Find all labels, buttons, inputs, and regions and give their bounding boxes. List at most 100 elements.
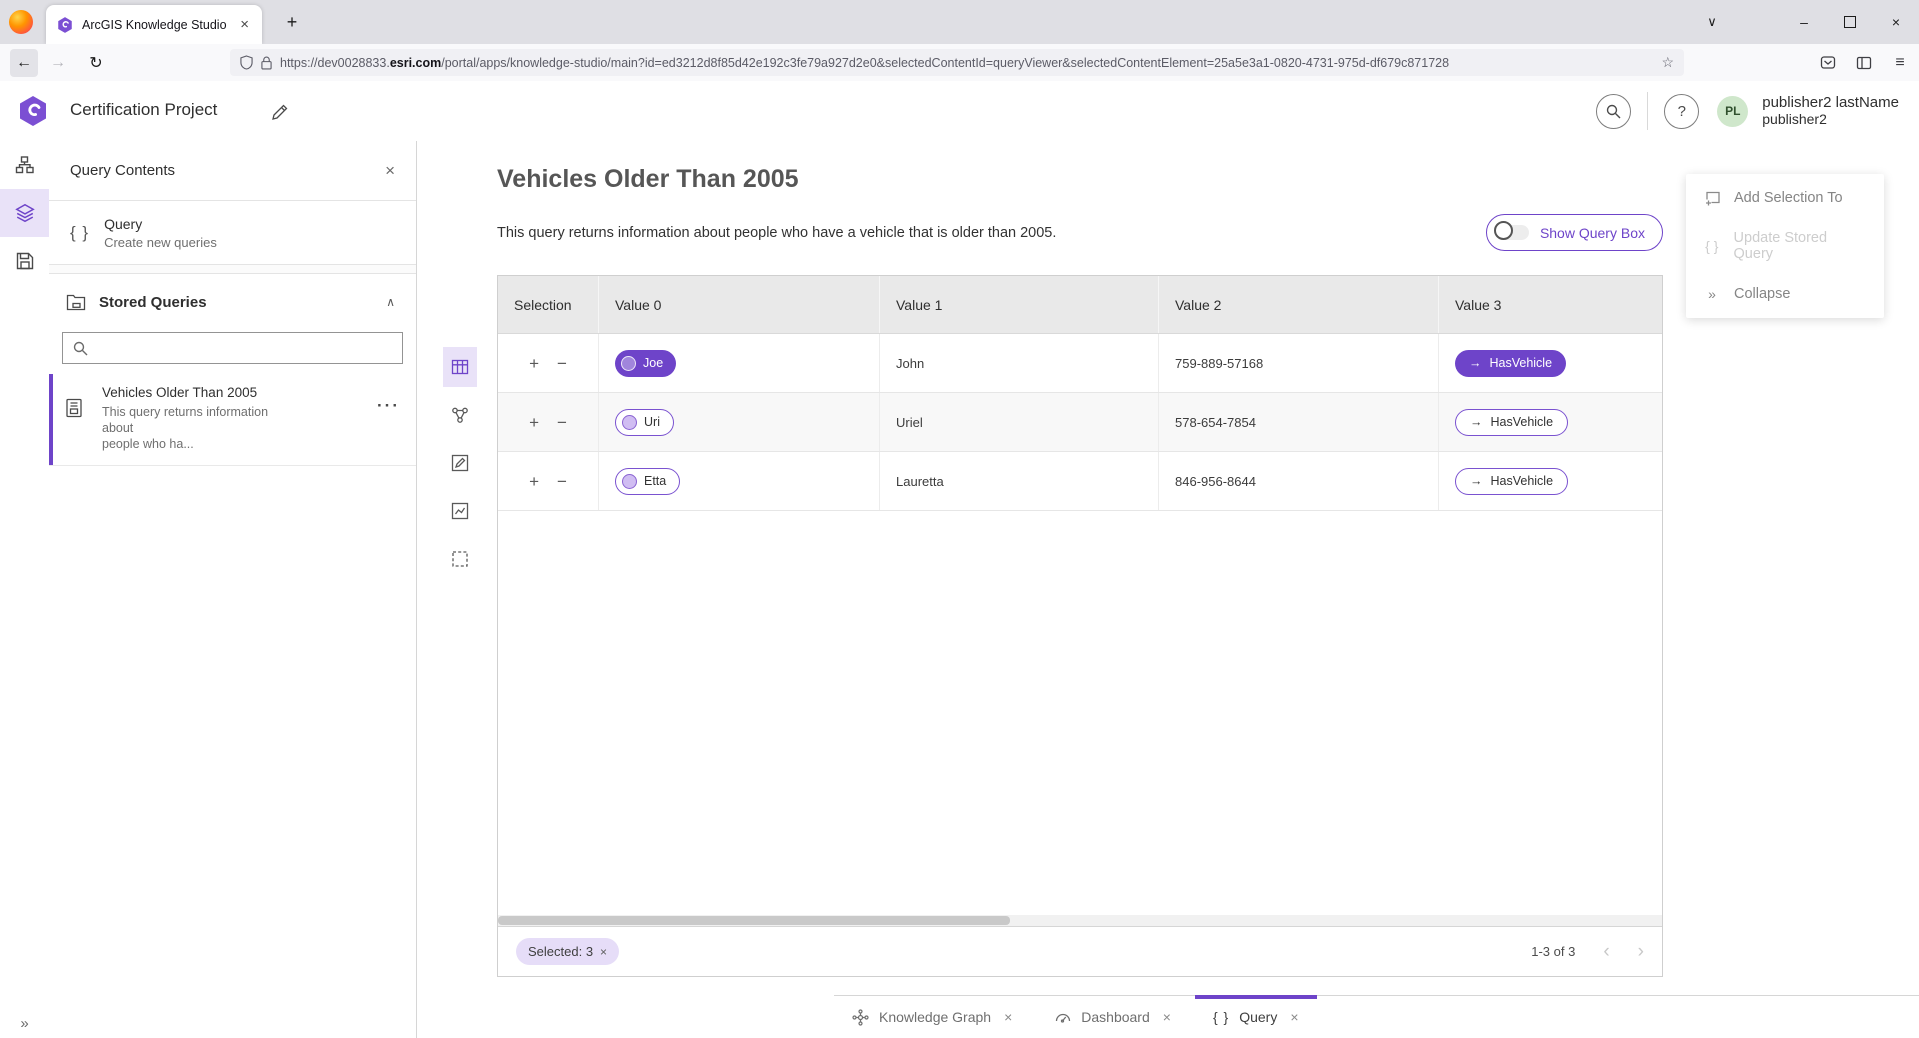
- search-input[interactable]: [96, 340, 392, 357]
- edit-title-button[interactable]: [266, 99, 292, 125]
- scrollbar-thumb[interactable]: [498, 916, 1010, 925]
- toggle-switch[interactable]: [1496, 225, 1529, 240]
- avatar[interactable]: PL: [1717, 96, 1748, 127]
- reload-button[interactable]: ↻: [82, 49, 110, 77]
- expand-rail-icon[interactable]: »: [0, 1015, 49, 1032]
- relationship-pill[interactable]: →HasVehicle: [1455, 350, 1566, 377]
- view-tabs-bar: Knowledge Graph × Dashboard × { } Query …: [834, 995, 1919, 1038]
- address-bar[interactable]: https://dev0028833.esri.com/portal/apps/…: [230, 49, 1684, 76]
- column-header-value0[interactable]: Value 0: [598, 276, 879, 333]
- stored-query-item[interactable]: Vehicles Older Than 2005 This query retu…: [49, 374, 416, 466]
- relationship-pill[interactable]: →HasVehicle: [1455, 409, 1568, 436]
- add-to-selection-button[interactable]: +: [529, 355, 539, 372]
- user-name-line2: publisher2: [1762, 111, 1899, 128]
- previous-page-icon[interactable]: ‹: [1603, 942, 1609, 961]
- add-to-selection-button[interactable]: +: [529, 414, 539, 431]
- column-header-value1[interactable]: Value 1: [879, 276, 1158, 333]
- entity-pill[interactable]: Etta: [615, 468, 680, 495]
- new-query-item[interactable]: { } Query Create new queries: [49, 201, 416, 265]
- braces-icon: { }: [70, 223, 89, 243]
- help-button[interactable]: ?: [1664, 94, 1699, 129]
- table-row: + − Etta Lauretta 846-956-8644 →HasVehic…: [498, 452, 1662, 511]
- column-header-value3[interactable]: Value 3: [1438, 276, 1662, 333]
- back-button[interactable]: ←: [10, 49, 38, 77]
- knowledge-graph-icon: [852, 1009, 869, 1026]
- tab-knowledge-graph[interactable]: Knowledge Graph ×: [834, 996, 1030, 1038]
- arrow-right-icon: →: [1470, 415, 1483, 429]
- contents-button[interactable]: [0, 189, 49, 237]
- stored-queries-header[interactable]: Stored Queries ∧: [49, 274, 416, 320]
- relationship-pill[interactable]: →HasVehicle: [1455, 468, 1568, 495]
- browser-tab-strip: ArcGIS Knowledge Studio × + ∨ – ×: [0, 0, 1919, 44]
- selection-context-menu: Add Selection To { } Update Stored Query…: [1686, 174, 1884, 318]
- menu-item-add-selection-to[interactable]: Add Selection To: [1686, 174, 1884, 222]
- browser-tab[interactable]: ArcGIS Knowledge Studio ×: [46, 5, 262, 44]
- search-button[interactable]: [1596, 94, 1631, 129]
- sidebars-icon[interactable]: [1851, 50, 1877, 76]
- show-query-box-toggle[interactable]: Show Query Box: [1486, 214, 1663, 251]
- add-to-selection-button[interactable]: +: [529, 473, 539, 490]
- cell-value: Lauretta: [896, 474, 944, 489]
- query-description: This query returns information about peo…: [497, 225, 1056, 241]
- tab-close-icon[interactable]: ×: [237, 16, 252, 33]
- shield-icon[interactable]: [240, 55, 253, 70]
- next-page-icon[interactable]: ›: [1638, 942, 1644, 961]
- list-tabs-icon[interactable]: ∨: [1695, 0, 1729, 44]
- tab-dashboard[interactable]: Dashboard ×: [1036, 996, 1189, 1038]
- query-item-subtitle: Create new queries: [104, 235, 217, 250]
- arrow-right-icon: →: [1470, 474, 1483, 488]
- search-icon: [1606, 104, 1621, 119]
- project-title: Certification Project: [70, 100, 217, 120]
- table-view-button[interactable]: [443, 347, 477, 387]
- menu-icon[interactable]: ≡: [1887, 50, 1913, 76]
- cell-value: 846-956-8644: [1175, 474, 1256, 489]
- project-tree-button[interactable]: [0, 141, 49, 189]
- window-minimize-button[interactable]: –: [1781, 0, 1827, 44]
- arrow-right-icon: →: [1469, 356, 1482, 370]
- clear-selection-icon[interactable]: ×: [600, 945, 607, 959]
- view-toolbar: [443, 347, 477, 587]
- url-text[interactable]: https://dev0028833.esri.com/portal/apps/…: [280, 56, 1653, 70]
- remove-from-selection-button[interactable]: −: [557, 414, 567, 431]
- window-close-button[interactable]: ×: [1873, 0, 1919, 44]
- forward-button[interactable]: →: [44, 49, 72, 77]
- entity-pill[interactable]: Joe: [615, 350, 676, 377]
- remove-from-selection-button[interactable]: −: [557, 473, 567, 490]
- edit-view-button[interactable]: [443, 443, 477, 483]
- panel-close-icon[interactable]: ×: [385, 161, 395, 181]
- cell-value: Uriel: [896, 415, 923, 430]
- selection-tools-button[interactable]: [443, 539, 477, 579]
- table-row: + − Uri Uriel 578-654-7854 →HasVehicle: [498, 393, 1662, 452]
- window-maximize-button[interactable]: [1827, 0, 1873, 44]
- stored-queries-search[interactable]: [62, 332, 403, 364]
- bookmark-star-icon[interactable]: ☆: [1661, 54, 1674, 71]
- link-chart-view-button[interactable]: [443, 395, 477, 435]
- column-header-value2[interactable]: Value 2: [1158, 276, 1438, 333]
- close-tab-icon[interactable]: ×: [1163, 1009, 1171, 1025]
- entity-pill[interactable]: Uri: [615, 409, 674, 436]
- column-header-selection[interactable]: Selection: [498, 276, 598, 333]
- close-tab-icon[interactable]: ×: [1290, 1009, 1298, 1025]
- selection-box-icon: [451, 550, 469, 568]
- horizontal-scrollbar[interactable]: [498, 915, 1662, 926]
- menu-item-collapse[interactable]: » Collapse: [1686, 270, 1884, 318]
- pagination-range: 1-3 of 3: [1531, 944, 1575, 959]
- collapse-section-icon[interactable]: ∧: [386, 295, 395, 309]
- stored-query-doc-icon: [65, 398, 83, 418]
- save-icon: [15, 251, 35, 271]
- save-button[interactable]: [0, 237, 49, 285]
- chart-view-button[interactable]: [443, 491, 477, 531]
- user-name[interactable]: publisher2 lastName publisher2: [1762, 94, 1899, 128]
- item-options-icon[interactable]: ···: [377, 396, 400, 416]
- new-tab-button[interactable]: +: [278, 8, 306, 36]
- close-tab-icon[interactable]: ×: [1004, 1009, 1012, 1025]
- pocket-icon[interactable]: [1815, 50, 1841, 76]
- tab-query[interactable]: { } Query ×: [1195, 996, 1317, 1038]
- menu-item-update-stored-query[interactable]: { } Update Stored Query: [1686, 222, 1884, 270]
- collapse-icon: »: [1703, 286, 1721, 302]
- lock-icon[interactable]: [261, 56, 272, 70]
- layers-icon: [14, 202, 36, 224]
- remove-from-selection-button[interactable]: −: [557, 355, 567, 372]
- firefox-icon[interactable]: [9, 10, 33, 34]
- selected-count-chip[interactable]: Selected: 3 ×: [516, 938, 619, 965]
